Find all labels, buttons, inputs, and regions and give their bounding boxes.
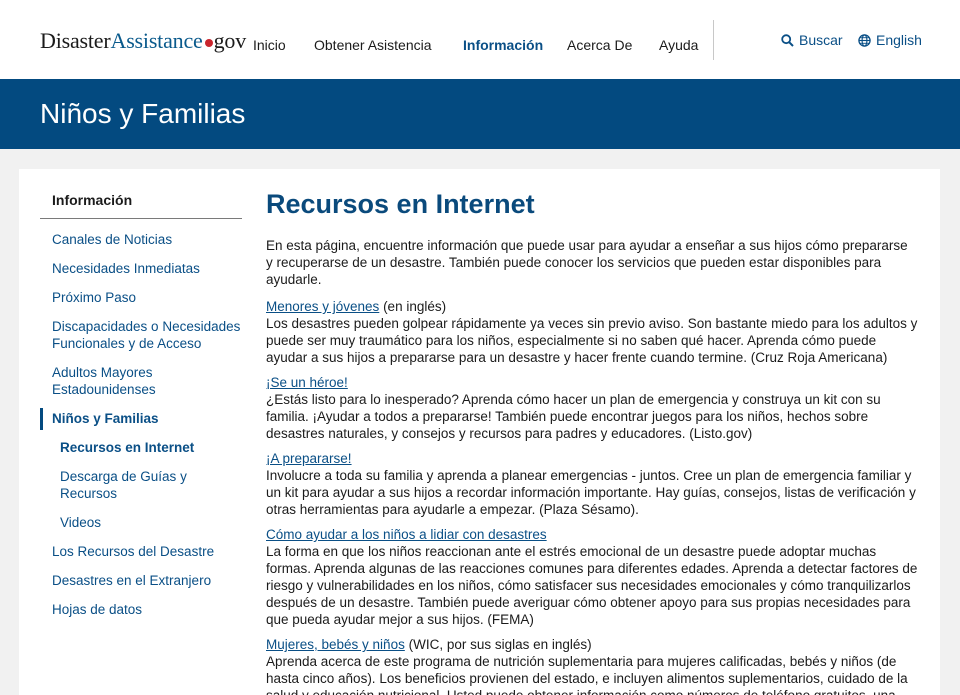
resource-link-como-ayudar-a-los-ninos[interactable]: Cómo ayudar a los niños a lidiar con des… [266, 527, 547, 542]
resource-description: ¿Estás listo para lo inesperado? Aprenda… [266, 392, 881, 441]
page-banner: Niños y Familias [0, 79, 960, 149]
resource-description: Involucre a toda su familia y aprenda a … [266, 468, 916, 517]
resource-link-se-un-heroe[interactable]: ¡Se un héroe! [266, 375, 348, 390]
resource-item: ¡A prepararse! Involucre a toda su famil… [266, 450, 918, 518]
intro-text: En esta página, encuentre información qu… [266, 238, 908, 287]
sidebar-item-canales-de-noticias[interactable]: Canales de Noticias [40, 231, 242, 248]
resource-link-menores-y-jovenes[interactable]: Menores y jóvenes [266, 299, 379, 314]
nav-item-acerca-de[interactable]: Acerca De [567, 37, 632, 53]
sidebar-item-recursos-del-desastre[interactable]: Los Recursos del Desastre [40, 543, 242, 560]
sidebar-item-recursos-en-internet[interactable]: Recursos en Internet [40, 439, 242, 456]
logo-text-disaster: Disaster [40, 28, 111, 53]
logo-text-assistance: Assistance [110, 28, 203, 53]
resource-link-a-prepararse[interactable]: ¡A prepararse! [266, 451, 352, 466]
search-label: Buscar [799, 32, 843, 48]
resource-description: La forma en que los niños reaccionan ant… [266, 544, 918, 627]
resource-item: Cómo ayudar a los niños a lidiar con des… [266, 526, 918, 628]
sidebar-title: Información [40, 192, 242, 219]
sidebar: Información Canales de Noticias Necesida… [40, 192, 242, 618]
sidebar-list: Canales de Noticias Necesidades Inmediat… [40, 231, 242, 618]
globe-icon [858, 33, 871, 47]
sidebar-item-necesidades-inmediatas[interactable]: Necesidades Inmediatas [40, 260, 242, 277]
search-button[interactable]: Buscar [781, 32, 843, 48]
sidebar-item-adultos-mayores[interactable]: Adultos Mayores Estadounidenses [40, 364, 242, 398]
page-title: Niños y Familias [40, 98, 246, 129]
main-content: Recursos en Internet En esta página, enc… [266, 186, 918, 695]
resource-item: Mujeres, bebés y niños (WIC, por sus sig… [266, 636, 918, 695]
sidebar-item-ninos-y-familias[interactable]: Niños y Familias [40, 408, 242, 430]
search-icon [781, 33, 794, 47]
language-toggle[interactable]: English [858, 32, 922, 48]
sidebar-item-videos[interactable]: Videos [40, 514, 242, 531]
logo-dot [204, 39, 213, 47]
nav-divider [713, 20, 714, 60]
resource-item: ¡Se un héroe! ¿Estás listo para lo inesp… [266, 374, 918, 442]
sidebar-item-descarga-de-guias[interactable]: Descarga de Guías y Recursos [40, 468, 242, 502]
site-logo[interactable]: DisasterAssistance gov [40, 28, 246, 54]
language-label: English [876, 32, 922, 48]
sidebar-item-hojas-de-datos[interactable]: Hojas de datos [40, 601, 242, 618]
site-header: DisasterAssistance gov Inicio Obtener Asi… [0, 0, 960, 79]
sidebar-item-desastres-extranjero[interactable]: Desastres en el Extranjero [40, 572, 242, 589]
nav-item-informacion[interactable]: Información [463, 37, 543, 53]
resource-description: Los desastres pueden golpear rápidamente… [266, 316, 918, 365]
sidebar-item-discapacidades[interactable]: Discapacidades o Necesidades Funcionales… [40, 318, 242, 352]
resource-description: Aprenda acerca de este programa de nutri… [266, 654, 908, 695]
sidebar-item-proximo-paso[interactable]: Próximo Paso [40, 289, 242, 306]
logo-text-gov: gov [213, 28, 247, 53]
resource-note: (WIC, por sus siglas en inglés) [404, 637, 592, 652]
nav-item-inicio[interactable]: Inicio [253, 37, 286, 53]
nav-item-ayuda[interactable]: Ayuda [659, 37, 698, 53]
resource-link-mujeres-bebes-y-ninos[interactable]: Mujeres, bebés y niños [266, 637, 405, 652]
content-heading: Recursos en Internet [266, 189, 535, 219]
nav-item-obtener-asistencia[interactable]: Obtener Asistencia [314, 37, 432, 53]
resource-item: Menores y jóvenes (en inglés) Los desast… [266, 298, 918, 366]
resource-note: (en inglés) [379, 299, 447, 314]
